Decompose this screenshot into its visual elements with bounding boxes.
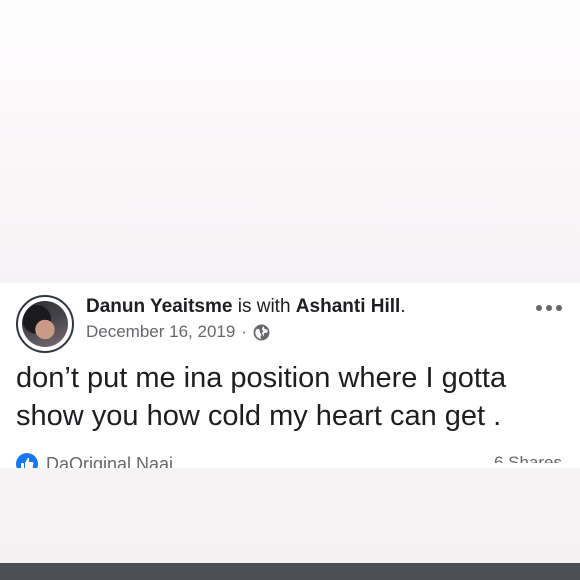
more-dot [536,305,542,311]
profile-photo [22,301,68,347]
tagged-friend-name[interactable]: Ashanti Hill [296,296,401,317]
meta-separator: · [241,322,247,341]
lower-background-area [0,468,580,563]
avatar[interactable] [16,295,74,353]
facebook-post-card: Danun Yeaitsme is with Ashanti Hill. Dec… [0,283,580,475]
blank-background-area [0,0,580,283]
post-date[interactable]: December 16, 2019 [86,321,235,343]
header-period: . [400,296,406,317]
author-name[interactable]: Danun Yeaitsme [86,296,232,317]
more-dot [556,305,562,311]
shares-count[interactable]: 6 Shares [494,453,562,463]
post-body-text: don’t put me ina position where I gotta … [16,362,507,432]
with-text: is with [237,296,291,317]
globe-icon[interactable] [253,324,270,341]
post-meta: December 16, 2019 · [86,321,270,343]
more-options-icon[interactable] [536,303,562,313]
post-header: Danun Yeaitsme is with Ashanti Hill. [86,295,406,319]
more-dot [546,305,552,311]
bottom-bar [0,563,580,580]
